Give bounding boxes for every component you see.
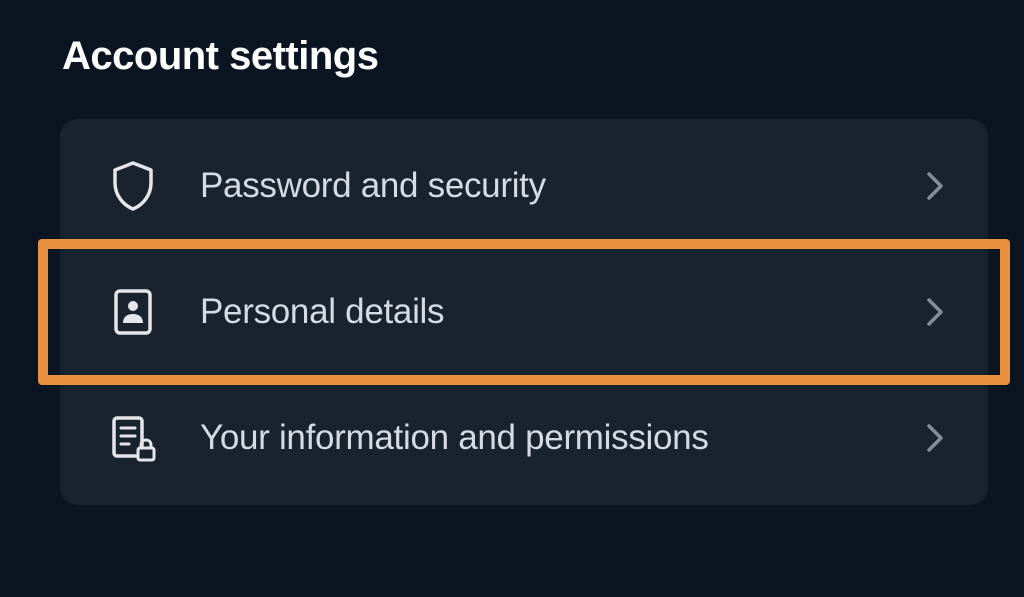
document-lock-icon — [108, 413, 158, 463]
menu-item-password-security[interactable]: Password and security — [60, 133, 988, 239]
page-title: Account settings — [0, 34, 1024, 119]
settings-page: Account settings Password and security — [0, 0, 1024, 505]
menu-item-information-permissions[interactable]: Your information and permissions — [60, 385, 988, 491]
menu-item-label: Your information and permissions — [200, 416, 926, 460]
settings-card: Password and security Personal details — [60, 119, 988, 505]
menu-item-label: Password and security — [200, 164, 926, 208]
menu-item-label: Personal details — [200, 290, 926, 334]
chevron-right-icon — [926, 423, 944, 453]
shield-icon — [108, 161, 158, 211]
chevron-right-icon — [926, 297, 944, 327]
chevron-right-icon — [926, 171, 944, 201]
id-badge-icon — [108, 287, 158, 337]
menu-item-personal-details[interactable]: Personal details — [38, 239, 1010, 385]
